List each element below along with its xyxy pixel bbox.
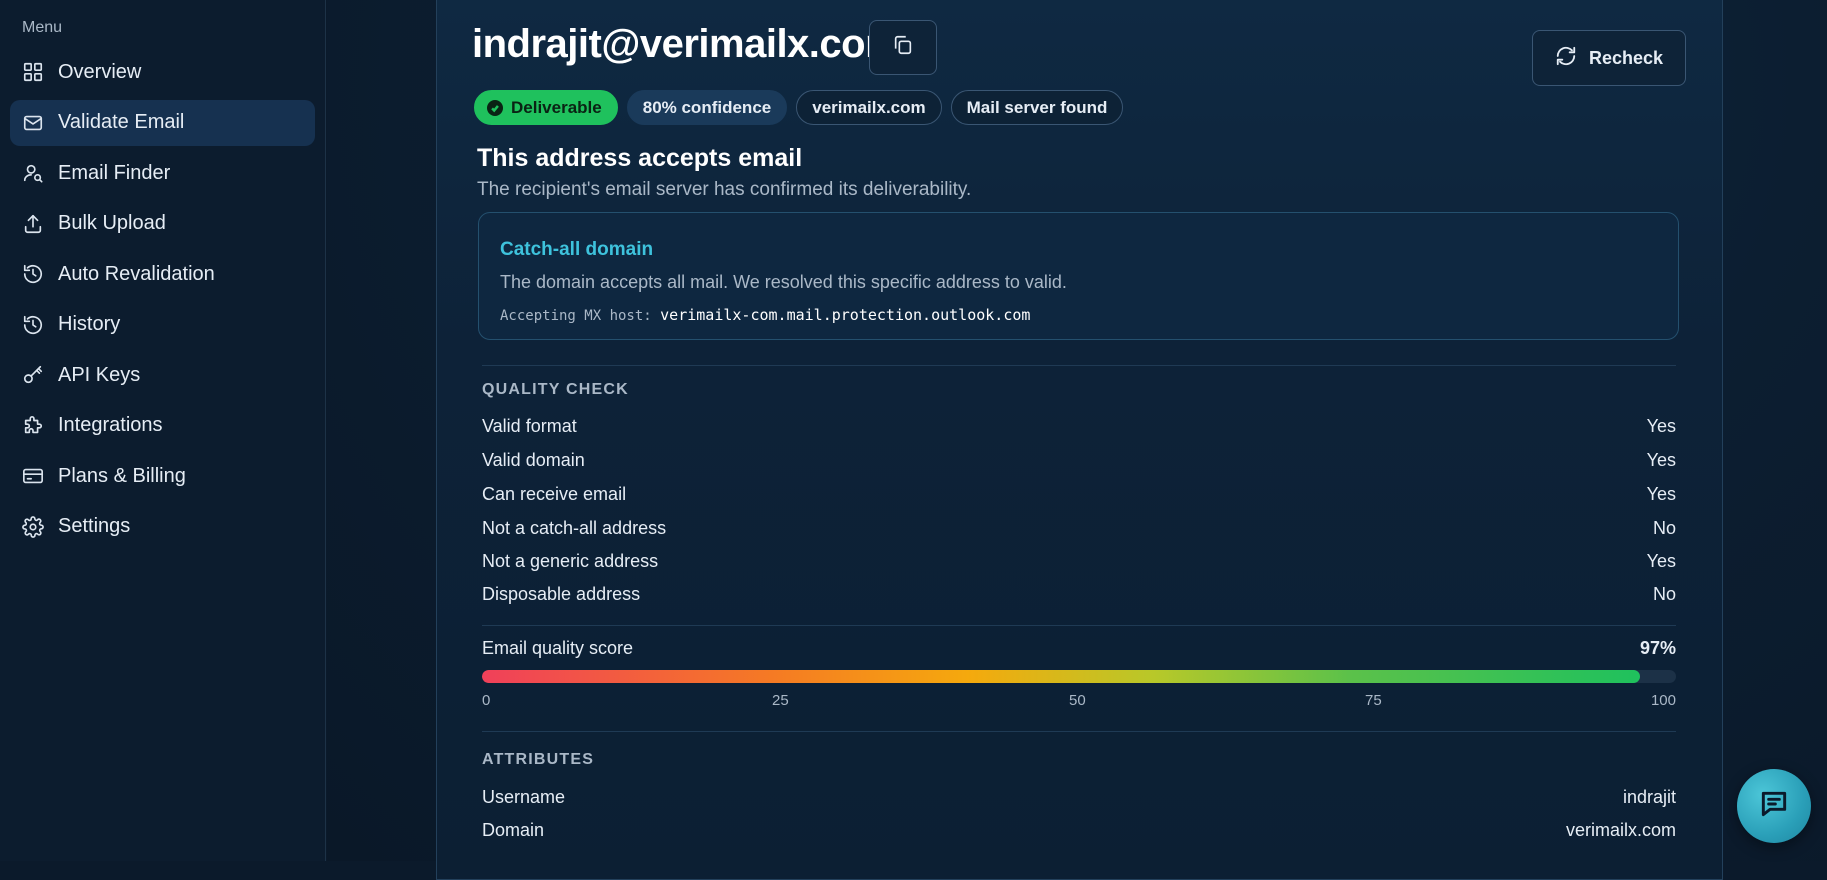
- quality-row: Not a catch-all address No: [482, 518, 1676, 539]
- attribute-value: verimailx.com: [1565, 820, 1676, 840]
- sidebar-item-label: Validate Email: [58, 111, 185, 133]
- chat-icon: [1758, 788, 1790, 825]
- sidebar-nav: Overview Validate Email Email Finder Bul…: [10, 49, 315, 554]
- catch-all-title: Catch-all domain: [500, 239, 654, 260]
- score-tick: 50: [1069, 692, 1086, 709]
- sidebar-item-history[interactable]: History: [10, 302, 315, 348]
- quality-score-row: Email quality score 97%: [482, 638, 1676, 659]
- quality-row-label: Disposable address: [482, 584, 641, 604]
- sidebar-item-label: API Keys: [58, 363, 141, 386]
- quality-score-bar: [482, 670, 1676, 683]
- history-icon: [22, 263, 44, 285]
- score-tick: 100: [1650, 692, 1676, 709]
- sidebar-item-integrations[interactable]: Integrations: [10, 403, 315, 449]
- deliverable-label: Deliverable: [511, 97, 602, 117]
- catch-all-notice: Catch-all domain The domain accepts all …: [478, 212, 1679, 340]
- score-tick: 75: [1365, 692, 1382, 709]
- sidebar: Menu Overview Validate Email Email Finde…: [0, 0, 326, 861]
- quality-row: Not a generic address Yes: [482, 551, 1676, 572]
- gear-icon: [22, 515, 44, 538]
- score-tick: 25: [772, 692, 789, 709]
- attribute-label: Domain: [482, 820, 545, 840]
- mx-host-value: verimailx-com.mail.protection.outlook.co…: [660, 306, 1031, 324]
- quality-score-fill: [482, 670, 1641, 683]
- result-subheadline: The recipient's email server has confirm…: [477, 179, 972, 200]
- copy-button[interactable]: [869, 20, 937, 75]
- attributes-heading: ATTRIBUTES: [482, 751, 595, 768]
- divider: [482, 731, 1676, 732]
- quality-row: Valid format Yes: [482, 416, 1676, 437]
- sidebar-item-settings[interactable]: Settings: [10, 504, 315, 550]
- deliverable-badge: Deliverable: [474, 90, 618, 125]
- quality-row-value: No: [1652, 518, 1676, 538]
- score-tick: 0: [482, 692, 491, 709]
- clock-history-icon: [22, 314, 44, 336]
- sidebar-item-email-finder[interactable]: Email Finder: [10, 150, 315, 196]
- grid-icon: [22, 61, 44, 83]
- email-address-title: indrajit@verimailx.com: [472, 22, 901, 66]
- domain-badge: verimailx.com: [796, 90, 942, 125]
- quality-row: Valid domain Yes: [482, 450, 1676, 471]
- status-badges: Deliverable 80% confidence verimailx.com…: [474, 90, 1124, 125]
- score-ticks: 0 25 50 75 100: [482, 692, 1676, 712]
- sidebar-item-auto-revalidation[interactable]: Auto Revalidation: [10, 251, 315, 297]
- sidebar-item-bulk-upload[interactable]: Bulk Upload: [10, 201, 315, 247]
- result-card: [436, 0, 1723, 880]
- mx-host-label: Accepting MX host:: [500, 308, 652, 324]
- sidebar-item-plans-billing[interactable]: Plans & Billing: [10, 453, 315, 499]
- sidebar-item-label: Overview: [58, 60, 142, 83]
- menu-heading: Menu: [22, 19, 63, 36]
- attribute-value: indrajit: [1622, 787, 1676, 807]
- chat-button[interactable]: [1737, 769, 1811, 843]
- user-search-icon: [22, 162, 44, 184]
- refresh-icon: [1555, 45, 1577, 72]
- quality-row-label: Can receive email: [482, 484, 627, 504]
- quality-row-label: Valid format: [482, 416, 577, 436]
- copy-icon: [892, 34, 914, 61]
- catch-all-text: The domain accepts all mail. We resolved…: [500, 272, 1067, 292]
- sidebar-item-label: History: [58, 313, 121, 335]
- sidebar-item-label: Settings: [58, 515, 131, 537]
- mx-host-line: Accepting MX host: verimailx-com.mail.pr…: [500, 306, 1030, 324]
- quality-row: Can receive email Yes: [482, 484, 1676, 505]
- sidebar-item-api-keys[interactable]: API Keys: [10, 352, 315, 398]
- credit-card-icon: [22, 465, 44, 487]
- quality-row-value: No: [1652, 584, 1676, 604]
- quality-score-label: Email quality score: [482, 638, 634, 658]
- check-circle-icon: [487, 99, 503, 116]
- quality-row-label: Not a catch-all address: [482, 518, 667, 538]
- quality-row-value: Yes: [1646, 484, 1676, 504]
- sidebar-item-label: Integrations: [58, 414, 163, 436]
- attribute-row: Username indrajit: [482, 787, 1676, 808]
- sidebar-item-label: Plans & Billing: [58, 464, 186, 487]
- quality-row: Disposable address No: [482, 584, 1676, 605]
- sidebar-item-validate-email[interactable]: Validate Email: [10, 99, 315, 146]
- confidence-badge: 80% confidence: [626, 90, 788, 125]
- quality-row-label: Valid domain: [482, 450, 585, 470]
- divider: [482, 625, 1676, 626]
- mail-icon: [22, 112, 44, 134]
- quality-score-value: 97%: [1639, 638, 1676, 658]
- quality-row-value: Yes: [1646, 551, 1676, 571]
- quality-row-value: Yes: [1646, 450, 1676, 470]
- attribute-row: Domain verimailx.com: [482, 820, 1676, 841]
- sidebar-item-overview[interactable]: Overview: [10, 49, 315, 95]
- divider: [482, 365, 1676, 366]
- mail-server-badge: Mail server found: [950, 90, 1124, 125]
- result-headline: This address accepts email: [477, 144, 803, 172]
- quality-row-label: Not a generic address: [482, 551, 659, 571]
- recheck-button[interactable]: Recheck: [1532, 30, 1686, 86]
- recheck-label: Recheck: [1588, 47, 1664, 68]
- attribute-label: Username: [482, 787, 566, 807]
- upload-icon: [22, 213, 44, 235]
- key-icon: [22, 364, 44, 386]
- quality-row-value: Yes: [1646, 416, 1676, 436]
- sidebar-item-label: Bulk Upload: [58, 212, 166, 234]
- sidebar-item-label: Auto Revalidation: [58, 262, 215, 285]
- sidebar-item-label: Email Finder: [58, 161, 171, 184]
- quality-check-heading: QUALITY CHECK: [482, 381, 629, 398]
- puzzle-icon: [22, 415, 44, 437]
